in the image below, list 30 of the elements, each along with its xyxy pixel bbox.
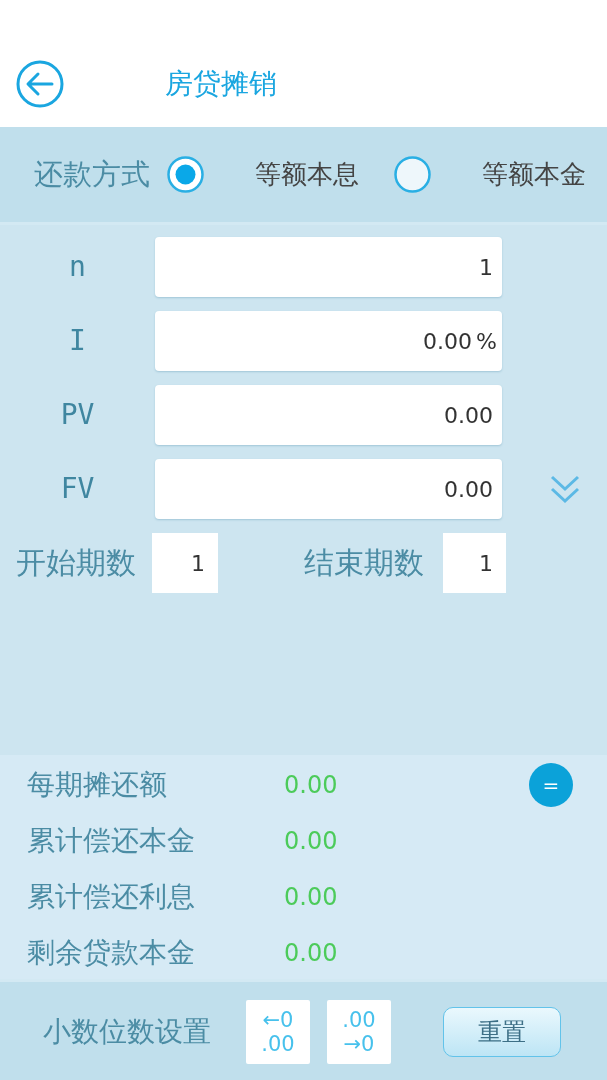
page-title: 房贷摊销 bbox=[165, 66, 277, 101]
result-label: 每期摊还额 bbox=[27, 768, 168, 802]
radio-button[interactable] bbox=[394, 156, 431, 193]
field-label: I bbox=[68, 323, 87, 359]
result-value: 0.00 bbox=[284, 770, 338, 800]
input-field[interactable]: 0.00 bbox=[155, 385, 502, 445]
result-label: 累计偿还利息 bbox=[27, 880, 196, 914]
back-button[interactable] bbox=[16, 59, 64, 108]
period-label: 开始期数 bbox=[16, 545, 136, 581]
decimal-places-label: 小数位数设置 bbox=[43, 1014, 211, 1049]
result-value: 0.00 bbox=[284, 938, 338, 968]
payment-method-label: 还款方式 bbox=[34, 157, 150, 192]
result-label: 剩余贷款本金 bbox=[27, 936, 196, 970]
result-value: 0.00 bbox=[284, 882, 338, 912]
result-value: 0.00 bbox=[284, 826, 338, 856]
result-label: 累计偿还本金 bbox=[27, 824, 196, 858]
input-field[interactable]: 0.00 bbox=[155, 459, 502, 519]
field-label: FV bbox=[59, 471, 96, 507]
field-label: PV bbox=[59, 397, 96, 433]
input-field[interactable]: 0.00 % bbox=[155, 311, 502, 371]
input-field[interactable]: 1 bbox=[155, 237, 502, 297]
period-label: 结束期数 bbox=[304, 545, 424, 581]
reset-button[interactable]: 重置 bbox=[443, 1006, 561, 1057]
period-input-field[interactable]: 1 bbox=[152, 533, 218, 593]
option-label: 等额本金 bbox=[482, 158, 586, 191]
option-label: 等额本息 bbox=[255, 158, 359, 191]
radio-button[interactable] bbox=[167, 156, 204, 193]
field-label: n bbox=[68, 249, 87, 285]
period-input-field[interactable]: 1 bbox=[443, 533, 506, 593]
double-chevron-down-icon[interactable] bbox=[550, 473, 580, 505]
